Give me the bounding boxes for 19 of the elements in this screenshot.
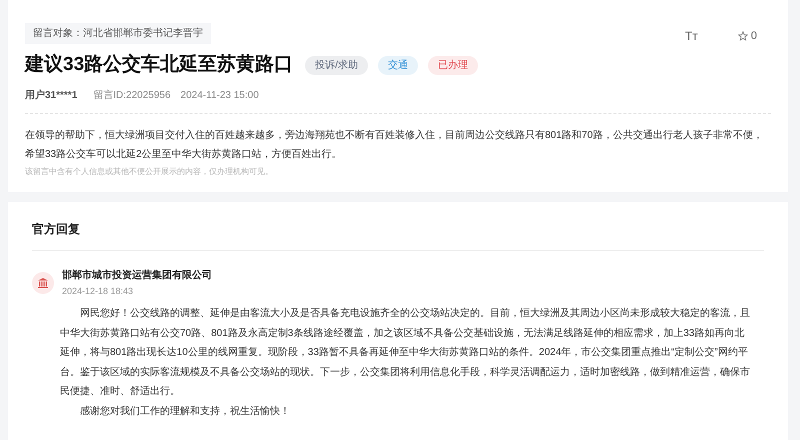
privacy-note: 该留言中含有个人信息或其他不便公开展示的内容，仅办理机构可见。: [25, 166, 274, 178]
font-size-button[interactable]: Tт: [685, 27, 698, 45]
user-name: 用户31****1: [25, 88, 78, 102]
tag: 已办理: [428, 56, 478, 75]
favorite-button[interactable]: 0: [738, 28, 757, 44]
reply-heading: 官方回复: [32, 220, 764, 250]
message-id: 留言ID:22025956: [93, 88, 171, 102]
tag: 交通: [378, 56, 418, 75]
reply-time: 2024-12-18 18:43: [62, 284, 134, 298]
tag: 投诉/求助: [305, 56, 368, 75]
org-name: 邯郸市城市投资运营集团有限公司: [62, 268, 212, 282]
message-body: 在领导的帮助下，恒大绿洲项目交付入住的百姓越来越多，旁边海翔苑也不断有百姓装修入住，目前周边公交线路只有801路和70路，公共交通出行老人孩子非常不便，希望33路公交车可以北延2公里至中华大街苏黄路口站，方便百姓出行。: [25, 128, 764, 162]
message-title: 建议33路公交车北延至苏黄路口: [25, 52, 294, 77]
star-icon: [738, 31, 748, 41]
reply-paragraph: 感谢您对我们工作的理解和支持，祝生活愉快！: [79, 404, 291, 418]
reply-paragraph: 网民您好！公交线路的调整、延伸是由客流大小及是否具备充电设施齐全的公交场站决定的。目前，恒大绿洲及其周边小区尚未形成较大稳定的客流，且中华大街苏黄路口站有公交70路、801路及永高定制3条线路途经覆盖，加之该区域不具备公交基础设施，无法满足线路延伸的相应需求，加上33路如再向北延伸，将与801路出现长达10公里的线网重复。现阶段，33路暂不具备再延伸至中华大街苏黄路口站的条件。2024年，市公交集团重点推出“定制公交”网约平台。鉴于该区域的实际客流规模及不具备公交场站的现状。下一步，公交集团将利用信息化手段，科学灵活调配运力，适时加密线路，做到精准运营，确保市民便捷、准时、舒适出行。: [60, 306, 751, 399]
message-target: 留言对象：河北省邯郸市委书记李晋宇: [25, 23, 211, 44]
message-time: 2024-11-23 15:00: [180, 88, 259, 102]
bank-icon: [32, 272, 54, 294]
